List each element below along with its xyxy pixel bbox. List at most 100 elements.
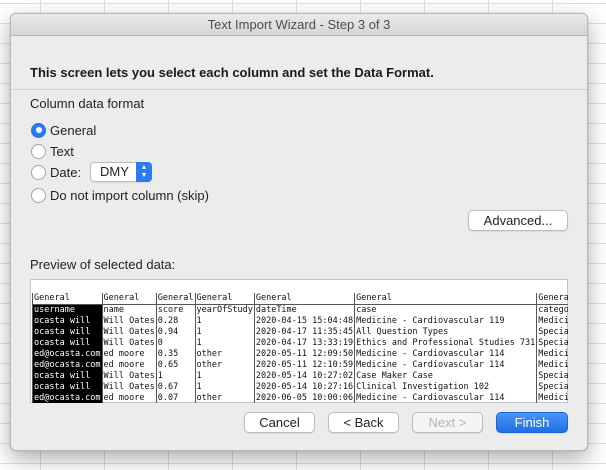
preview-cell: Case Maker Case (354, 370, 537, 381)
back-button[interactable]: < Back (328, 412, 399, 433)
preview-row: ed@ocasta.com ed moore 0.07 other 2020-06-05… (32, 392, 568, 403)
preview-cell: yearOfStudy (194, 304, 255, 315)
radio-date[interactable]: Date: (31, 163, 81, 181)
preview-cell: Medicine (536, 392, 568, 403)
radio-skip-label: Do not import column (skip) (50, 187, 209, 203)
radio-general-button[interactable] (31, 122, 46, 138)
finish-button[interactable]: Finish (496, 412, 568, 433)
preview-row: ocasta will Will Oates 1 1 2020-05-14 10:27:… (32, 370, 568, 381)
preview-cell: All Question Types (354, 326, 537, 337)
preview-box[interactable]: General General General General General Gener… (30, 279, 568, 403)
preview-cell: Clinical Investigation 102 (354, 381, 537, 392)
preview-cell: Medicine - Cardiovascular 114 (354, 348, 537, 359)
preview-cell: dateTime (253, 304, 355, 315)
preview-column-format[interactable]: General (194, 293, 255, 305)
preview-cell: category (536, 304, 568, 315)
radio-general[interactable]: General (31, 121, 96, 139)
preview-cell: other (194, 392, 255, 403)
preview-cell: 2020-04-15 15:04:48 (253, 315, 355, 326)
preview-column-format[interactable]: General (155, 293, 196, 305)
preview-table: General General General General General Gener… (32, 293, 568, 403)
preview-cell: username (32, 304, 103, 315)
preview-cell: Medicine (536, 348, 568, 359)
preview-cell: ed@ocasta.com (32, 359, 103, 370)
preview-row: username name score yearOfStudy dateTime case… (32, 304, 568, 315)
radio-date-button[interactable] (31, 164, 46, 180)
radio-text-label: Text (50, 143, 74, 159)
preview-cell: 2020-06-05 10:00:06 (253, 392, 355, 403)
preview-column-format[interactable]: General (253, 293, 355, 305)
preview-row: ocasta will Will Oates 0.94 1 2020-04-17 11:… (32, 326, 568, 337)
divider (11, 89, 587, 90)
radio-skip[interactable]: Do not import column (skip) (31, 186, 209, 204)
preview-cell: 1 (194, 381, 255, 392)
radio-selected-dot (35, 127, 42, 133)
preview-cell: ocasta will (32, 315, 103, 326)
preview-cell: Specialt (536, 337, 568, 348)
preview-cell: Medicine (536, 315, 568, 326)
preview-cell: 1 (194, 337, 255, 348)
preview-cell: 0.65 (155, 359, 196, 370)
preview-cell: Will Oates (101, 370, 157, 381)
preview-column-format[interactable]: General (101, 293, 157, 305)
preview-cell: 0 (155, 337, 196, 348)
preview-label: Preview of selected data: (30, 257, 176, 272)
preview-cell: Medicine - Cardiovascular 114 (354, 359, 537, 370)
preview-row: ed@ocasta.com ed moore 0.35 other 2020-05-11… (32, 348, 568, 359)
radio-skip-button[interactable] (31, 187, 46, 203)
preview-cell: 0.35 (155, 348, 196, 359)
preview-cell: 0.28 (155, 315, 196, 326)
preview-cell: Specialt (536, 370, 568, 381)
cancel-button[interactable]: Cancel (244, 412, 315, 433)
preview-cell: case (354, 304, 537, 315)
preview-cell: 2020-04-17 11:35:45 (253, 326, 355, 337)
preview-cell: ed@ocasta.com (32, 348, 103, 359)
preview-column-format[interactable]: General (354, 293, 537, 305)
preview-cell: 2020-05-14 10:27:16 (253, 381, 355, 392)
preview-cell: 1 (194, 326, 255, 337)
preview-cell: 2020-04-17 13:33:19 (253, 337, 355, 348)
radio-text[interactable]: Text (31, 142, 74, 160)
preview-row: ocasta will Will Oates 0.67 1 2020-05-14 10:… (32, 381, 568, 392)
advanced-button[interactable]: Advanced... (468, 210, 568, 231)
preview-cell: other (194, 348, 255, 359)
preview-cell: 2020-05-11 12:09:50 (253, 348, 355, 359)
preview-column-format[interactable]: General (32, 293, 103, 305)
preview-cell: Ethics and Professional Studies 731 (354, 337, 537, 348)
radio-date-label: Date: (50, 164, 82, 180)
preview-cell: ocasta will (32, 337, 103, 348)
preview-column-format[interactable]: General (536, 293, 568, 305)
window-title: Text Import Wizard - Step 3 of 3 (11, 14, 587, 36)
preview-cell: 1 (194, 315, 255, 326)
preview-cell: 1 (155, 370, 196, 381)
preview-cell: Will Oates (101, 326, 157, 337)
preview-cell: Medicine - Cardiovascular 114 (354, 392, 537, 403)
preview-cell: name (101, 304, 157, 315)
preview-cell: Will Oates (101, 337, 157, 348)
preview-cell: 0.94 (155, 326, 196, 337)
preview-cell: Will Oates (101, 315, 157, 326)
intro-text: This screen lets you select each column … (30, 65, 434, 80)
text-import-wizard-dialog: Text Import Wizard - Step 3 of 3 This sc… (10, 13, 588, 451)
radio-general-label: General (50, 122, 97, 138)
next-button[interactable]: Next > (412, 412, 483, 433)
preview-cell: 0.67 (155, 381, 196, 392)
preview-cell: other (194, 359, 255, 370)
preview-cell: ed moore (101, 359, 157, 370)
preview-cell: Will Oates (101, 381, 157, 392)
preview-cell: Medicine (536, 359, 568, 370)
preview-cell: score (155, 304, 196, 315)
preview-scroll-area[interactable]: General General General General General Gener… (32, 293, 568, 403)
preview-cell: 2020-05-14 10:27:02 (253, 370, 355, 381)
preview-cell: ed moore (101, 392, 157, 403)
column-data-format-label: Column data format (30, 96, 145, 111)
preview-row: ed@ocasta.com ed moore 0.65 other 2020-05-11… (32, 359, 568, 370)
preview-cell: 2020-05-11 12:10:59 (253, 359, 355, 370)
radio-text-button[interactable] (31, 143, 46, 159)
preview-row: ocasta will Will Oates 0 1 2020-04-17 13:33:… (32, 337, 568, 348)
select-arrows-icon: ▲ ▼ (136, 162, 152, 182)
preview-cell: Medicine - Cardiovascular 119 (354, 315, 537, 326)
date-format-select[interactable]: DMY ▲ ▼ (90, 162, 152, 182)
preview-cell: ocasta will (32, 370, 103, 381)
preview-header-row[interactable]: General General General General General Gener… (32, 293, 568, 305)
